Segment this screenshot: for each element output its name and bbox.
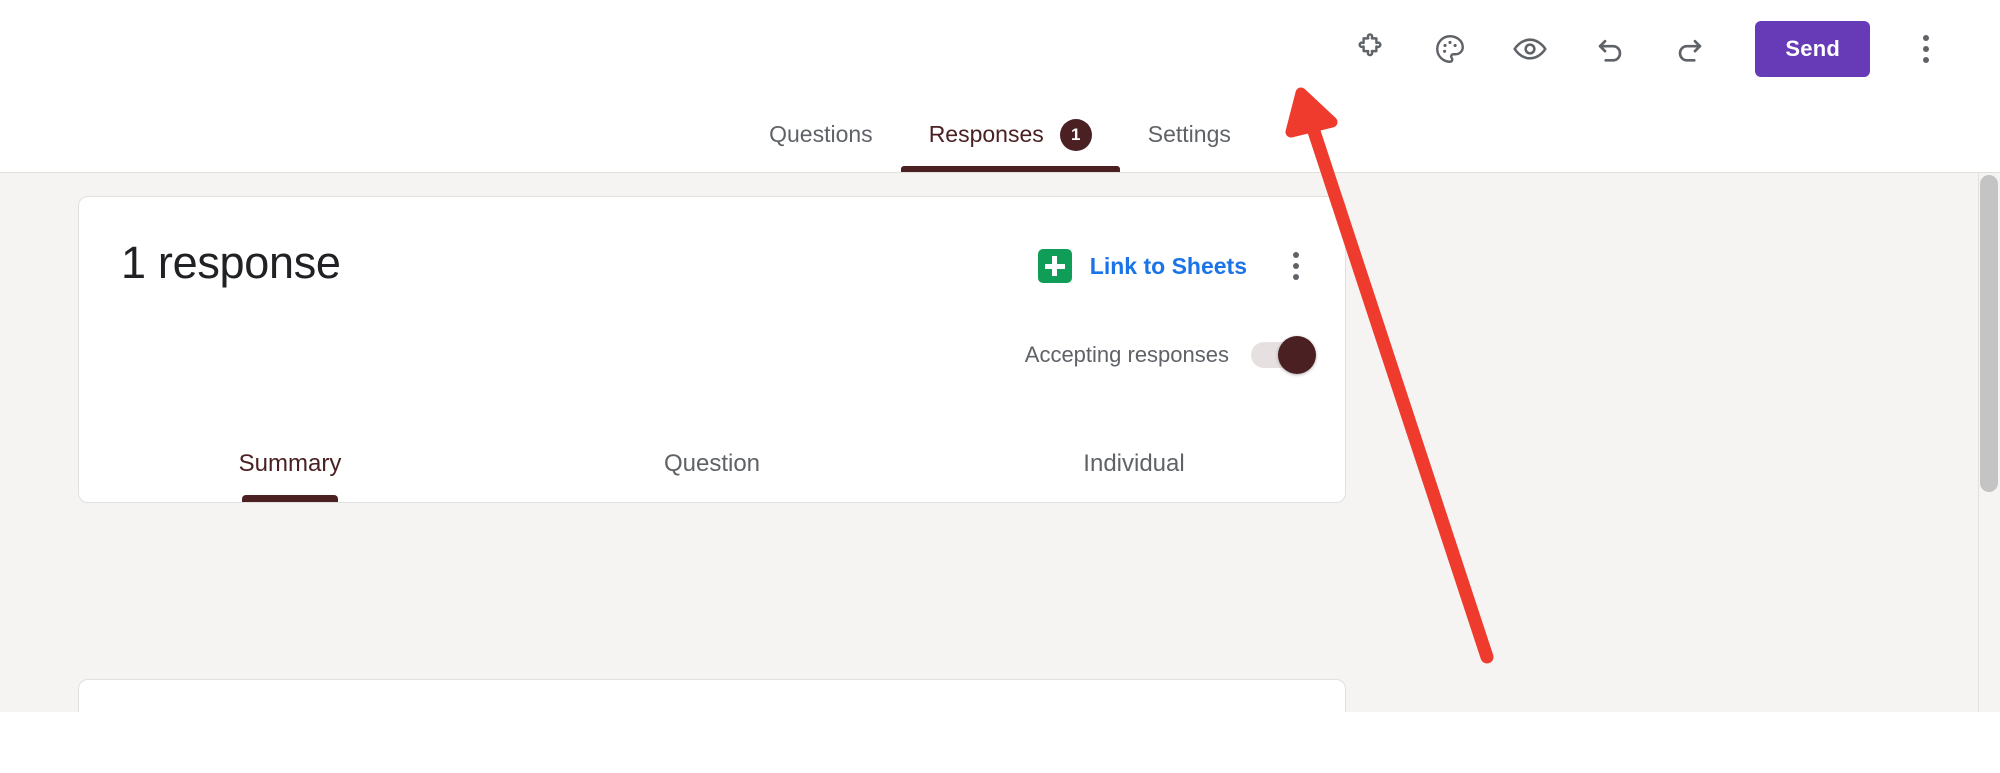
kebab-dot bbox=[1923, 34, 1929, 41]
subtab-individual-label: Individual bbox=[1083, 450, 1185, 477]
responses-count-badge: 1 bbox=[1059, 118, 1092, 151]
top-toolbar: Send bbox=[0, 0, 2000, 97]
subtab-question-label: Question bbox=[663, 450, 761, 477]
accepting-responses-label: Accepting responses bbox=[1024, 342, 1229, 367]
responses-summary-card: 1 response Link to Sheets Accepting resp… bbox=[78, 196, 1346, 503]
responses-more-menu-icon[interactable] bbox=[1279, 247, 1313, 285]
response-count-title: 1 response bbox=[121, 237, 341, 288]
palette-theme-icon[interactable] bbox=[1421, 20, 1479, 78]
accepting-responses-toggle[interactable] bbox=[1251, 336, 1316, 374]
puzzle-addons-icon[interactable] bbox=[1341, 20, 1399, 78]
responses-subtab-bar: Summary Question Individual bbox=[79, 426, 1345, 502]
question-summary-card: What is your Age range 0 responses No re… bbox=[78, 679, 1346, 712]
kebab-dot bbox=[1293, 274, 1299, 280]
more-options-icon[interactable] bbox=[1900, 20, 1952, 78]
tab-questions[interactable]: Questions bbox=[741, 97, 901, 172]
subtab-summary-label: Summary bbox=[238, 450, 342, 477]
send-button[interactable]: Send bbox=[1755, 20, 1870, 77]
subtab-question[interactable]: Question bbox=[501, 426, 923, 502]
google-sheets-icon bbox=[1037, 249, 1072, 283]
accepting-responses-row: Accepting responses bbox=[1024, 336, 1316, 374]
tab-questions-label: Questions bbox=[769, 121, 873, 147]
tab-responses-label: Responses bbox=[928, 121, 1044, 147]
tab-settings[interactable]: Settings bbox=[1120, 97, 1259, 172]
subtab-summary[interactable]: Summary bbox=[79, 426, 501, 502]
kebab-dot bbox=[1923, 56, 1929, 63]
vertical-scrollbar-track[interactable] bbox=[1978, 173, 2000, 712]
tab-responses[interactable]: Responses 1 bbox=[900, 97, 1120, 172]
google-forms-responses-screen: Send Questions Responses 1 Settings 1 re… bbox=[0, 0, 2000, 773]
main-tab-bar: Questions Responses 1 Settings bbox=[0, 97, 2000, 172]
link-to-sheets-row: Link to Sheets bbox=[1037, 247, 1313, 285]
subtab-individual[interactable]: Individual bbox=[923, 426, 1345, 502]
toggle-knob bbox=[1278, 336, 1316, 374]
link-to-sheets-button[interactable]: Link to Sheets bbox=[1090, 253, 1247, 280]
kebab-dot bbox=[1293, 252, 1299, 258]
undo-icon[interactable] bbox=[1581, 20, 1639, 78]
tab-settings-label: Settings bbox=[1147, 121, 1231, 147]
eye-preview-icon[interactable] bbox=[1501, 20, 1559, 78]
kebab-dot bbox=[1293, 263, 1299, 269]
redo-icon[interactable] bbox=[1661, 20, 1719, 78]
vertical-scrollbar-thumb[interactable] bbox=[1980, 175, 1998, 492]
responses-content-area: 1 response Link to Sheets Accepting resp… bbox=[0, 172, 2000, 712]
kebab-dot bbox=[1923, 45, 1929, 52]
